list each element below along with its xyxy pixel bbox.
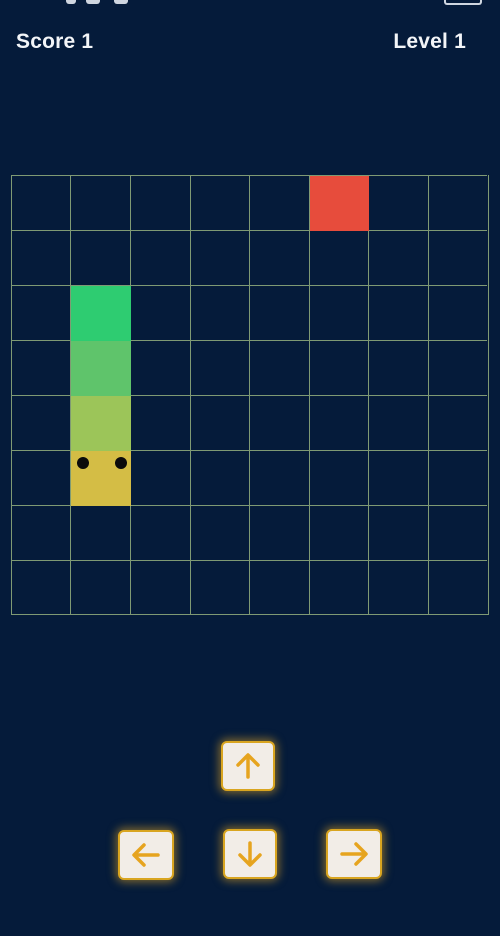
grid-cell <box>368 285 428 340</box>
grid-cell <box>368 175 428 230</box>
arrow-right-icon <box>340 842 368 866</box>
grid-cell <box>130 395 190 450</box>
grid-cell <box>11 505 70 560</box>
grid-cell <box>428 340 487 395</box>
grid-cell <box>309 560 368 614</box>
grid-cell <box>11 560 70 614</box>
grid-cell <box>249 505 309 560</box>
grid-cell <box>428 505 487 560</box>
grid-cell <box>249 285 309 340</box>
grid-cell <box>70 230 130 285</box>
snake-body-segment <box>71 286 131 341</box>
grid-cell <box>309 230 368 285</box>
grid-cell <box>11 450 70 505</box>
grid-cell <box>249 450 309 505</box>
grid-cell <box>190 230 249 285</box>
arrow-up-icon <box>236 753 260 779</box>
grid-cell <box>11 285 70 340</box>
grid-cell <box>368 230 428 285</box>
grid-cell <box>309 505 368 560</box>
grid-cell <box>309 340 368 395</box>
snake-eye <box>115 457 127 469</box>
move-down-button[interactable] <box>223 829 277 879</box>
grid-cell <box>428 560 487 614</box>
grid-cell <box>130 505 190 560</box>
grid-cell <box>190 560 249 614</box>
snake-body-segment <box>71 396 131 451</box>
grid-cell <box>130 340 190 395</box>
grid-cell <box>309 285 368 340</box>
grid-cell <box>190 395 249 450</box>
grid-cell <box>249 175 309 230</box>
grid-cell <box>190 285 249 340</box>
grid-cell <box>309 450 368 505</box>
snake-eye <box>77 457 89 469</box>
grid-cell <box>130 450 190 505</box>
grid-cell <box>249 340 309 395</box>
grid-cell <box>11 340 70 395</box>
arrow-down-icon <box>238 841 262 867</box>
grid-cell <box>249 395 309 450</box>
game-screen: Score 1 Level 1 <box>0 0 500 936</box>
grid-cell <box>368 395 428 450</box>
grid-cell <box>190 340 249 395</box>
snake-body-segment <box>71 341 131 396</box>
grid-cell <box>130 560 190 614</box>
grid-cell <box>309 395 368 450</box>
grid-cell <box>130 230 190 285</box>
grid-cell <box>70 175 130 230</box>
grid-cell <box>428 175 487 230</box>
grid-cell <box>190 175 249 230</box>
grid-cell <box>70 505 130 560</box>
grid-cell <box>70 560 130 614</box>
level-label: Level 1 <box>393 30 466 53</box>
move-left-button[interactable] <box>118 830 174 880</box>
status-bar-fragment <box>114 0 128 4</box>
grid-cell <box>368 560 428 614</box>
grid-cell <box>368 450 428 505</box>
status-bar-fragment <box>66 0 76 4</box>
food-item <box>310 176 369 231</box>
grid-cell <box>11 175 70 230</box>
grid-cell <box>428 395 487 450</box>
snake-head <box>71 451 131 506</box>
move-up-button[interactable] <box>221 741 275 791</box>
score-label: Score 1 <box>16 30 94 53</box>
grid-cell <box>130 285 190 340</box>
battery-icon <box>444 0 482 5</box>
grid-cell <box>11 395 70 450</box>
grid-cell <box>428 230 487 285</box>
grid-cell <box>190 450 249 505</box>
grid-cell <box>190 505 249 560</box>
grid-cell <box>130 175 190 230</box>
move-right-button[interactable] <box>326 829 382 879</box>
grid-cell <box>249 560 309 614</box>
status-bar-fragment <box>86 0 100 4</box>
arrow-left-icon <box>132 843 160 867</box>
grid-cell <box>249 230 309 285</box>
grid-cell <box>428 450 487 505</box>
grid-cell <box>428 285 487 340</box>
grid-cell <box>368 505 428 560</box>
grid-cell <box>11 230 70 285</box>
grid-cell <box>368 340 428 395</box>
